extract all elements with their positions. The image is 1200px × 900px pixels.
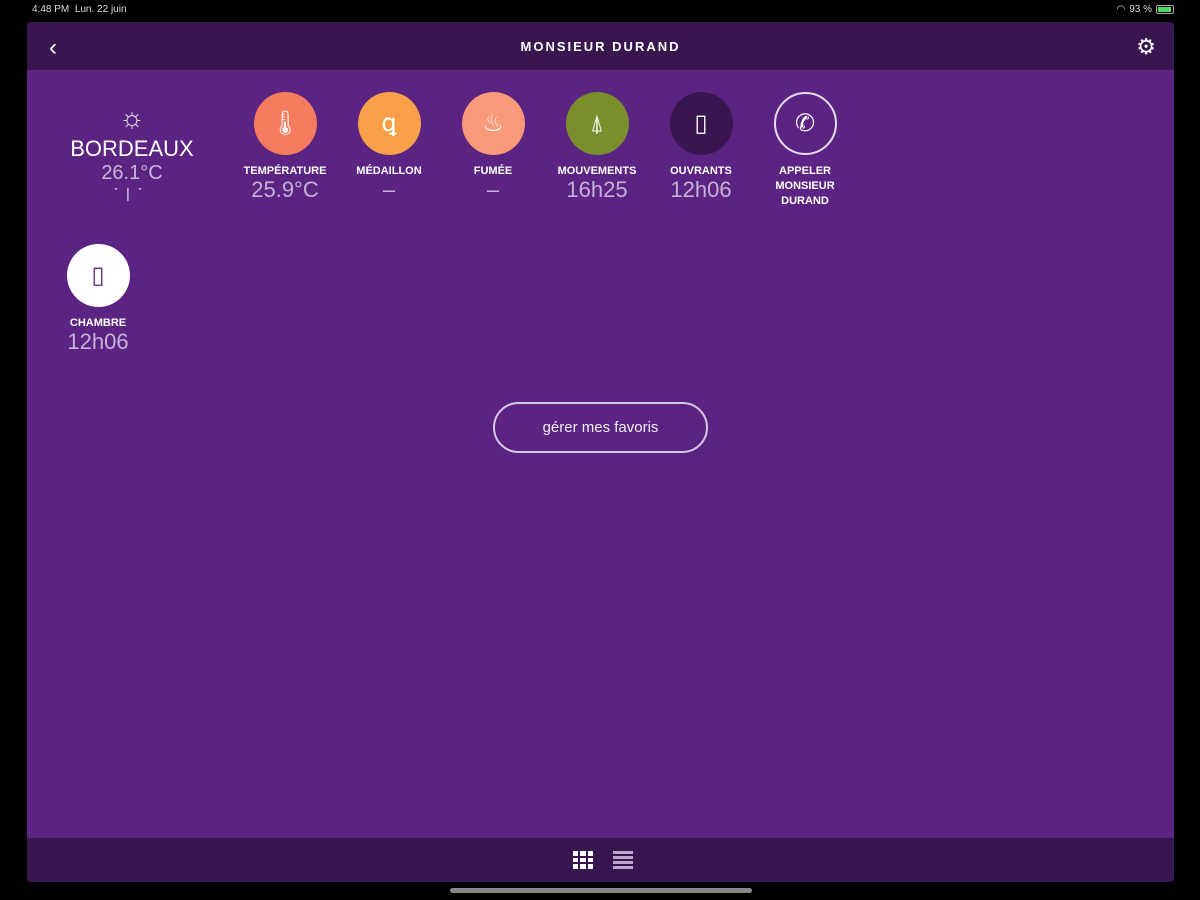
weather-temp: 26.1°C (101, 162, 163, 184)
wifi-icon: ◠ (1116, 4, 1126, 15)
tile-appeler[interactable]: ✆ APPELER MONSIEUR DURAND (753, 92, 857, 209)
door-icon: ▯ (669, 92, 733, 155)
footer-toolbar (27, 838, 1174, 882)
pendant-icon: ꝗ (357, 92, 421, 155)
weather-city: BORDEAUX (70, 136, 194, 161)
tile-medaillon[interactable]: ꝗ MÉDAILLON – (337, 92, 441, 201)
tile-fumee[interactable]: ♨ FUMÉE – (441, 92, 545, 201)
tile-value: 12h06 (67, 329, 129, 354)
door-icon: ▯ (66, 244, 130, 307)
app-window: ‹ MONSIEUR DURAND ⚙ ☼ BORDEAUX 26.1°C ˊ|… (27, 22, 1174, 882)
sun-rays-icon: ˊ|ˋ (113, 185, 151, 201)
weather-widget: ☼ BORDEAUX 26.1°C ˊ|ˋ (67, 102, 197, 201)
phone-icon: ✆ (773, 92, 837, 155)
page-title: MONSIEUR DURAND (520, 39, 681, 54)
list-view-icon[interactable] (613, 851, 633, 869)
home-indicator (450, 888, 752, 893)
tile-value: 12h06 (670, 177, 732, 202)
battery-text: 93 % (1129, 4, 1152, 15)
status-right: ◠ 93 % (1116, 4, 1174, 15)
header: ‹ MONSIEUR DURAND ⚙ (27, 22, 1174, 70)
tile-label: APPELER MONSIEUR DURAND (775, 165, 835, 207)
tile-value: – (486, 177, 500, 202)
grid-view-icon[interactable] (573, 851, 593, 869)
tile-value: 16h25 (566, 177, 628, 202)
sun-icon: ☼ (119, 102, 145, 133)
manage-favorites-button[interactable]: gérer mes favoris (493, 402, 708, 453)
tile-ouvrants[interactable]: ▯ OUVRANTS 12h06 (649, 92, 753, 201)
tile-value: 25.9°C (251, 177, 319, 202)
status-time: 4:48 PM Lun. 22 juin (32, 4, 127, 15)
gear-icon[interactable]: ⚙ (1136, 34, 1156, 60)
tile-mouvements[interactable]: ⍋ MOUVEMENTS 16h25 (545, 92, 649, 201)
tile-temperature[interactable]: 🌡︎ TEMPÉRATURE 25.9°C (233, 92, 337, 201)
tile-chambre[interactable]: ▯ CHAMBRE 12h06 (46, 244, 150, 353)
motion-sensor-icon: ⍋ (565, 92, 629, 155)
tile-value: – (382, 177, 396, 202)
status-bar: 4:48 PM Lun. 22 juin ◠ 93 % (0, 0, 1200, 20)
thermometer-icon: 🌡︎ (253, 92, 317, 155)
flame-icon: ♨ (461, 92, 525, 155)
battery-icon (1156, 5, 1174, 14)
